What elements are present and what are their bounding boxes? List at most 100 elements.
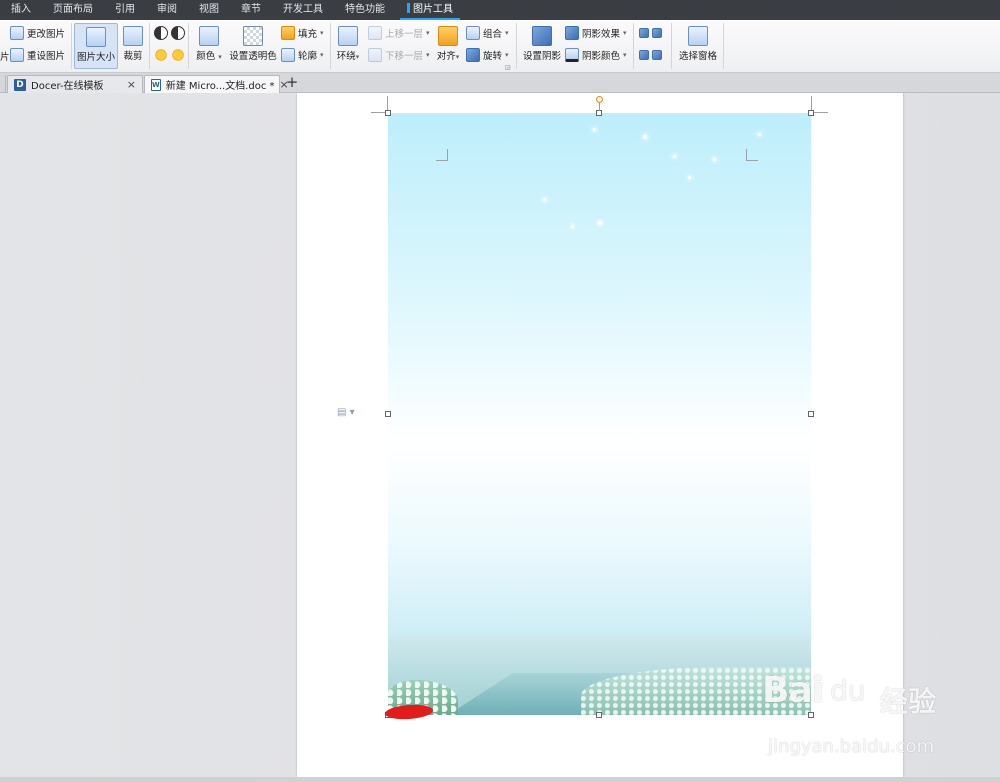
menu-tab-special[interactable]: 特色功能 — [334, 0, 396, 20]
nudge-shadow-left-icon[interactable] — [639, 50, 649, 60]
set-shadow-label: 设置阴影 — [522, 51, 561, 62]
shadow-color-label: 阴影颜色 — [582, 51, 621, 62]
rotate-handle[interactable] — [596, 96, 603, 103]
align-button[interactable]: 对齐▾ — [434, 23, 462, 69]
status-bar — [0, 777, 1000, 782]
contrast-down-icon[interactable] — [171, 26, 185, 40]
sparkle — [571, 225, 574, 228]
sparkle — [688, 176, 691, 179]
shadow-icon — [532, 26, 552, 46]
group-button[interactable]: 组合 ▾ — [466, 24, 509, 42]
bring-forward-button[interactable]: 上移一层 ▾ — [368, 24, 430, 42]
sparkle — [643, 135, 647, 139]
sparkle — [758, 133, 761, 136]
close-icon[interactable]: × — [127, 78, 136, 91]
docer-logo-icon: D — [14, 78, 26, 91]
contrast-up-icon[interactable] — [154, 26, 168, 40]
brightness-down-icon[interactable] — [171, 48, 185, 62]
shadow-color-button[interactable]: 阴影颜色 ▾ — [565, 46, 627, 64]
watermark-cn: 经验 — [880, 685, 937, 718]
shadow-nudge-side-buttons[interactable] — [639, 46, 662, 64]
nudge-shadow-right-icon[interactable] — [652, 50, 662, 60]
bring-forward-icon — [368, 26, 382, 40]
group-label: 组合 — [483, 29, 503, 40]
color-label: 颜色 — [196, 51, 216, 62]
watermark-logo: Bai — [762, 670, 824, 711]
chevron-down-icon: ▾ — [623, 29, 627, 37]
chevron-down-icon: ▾ — [320, 51, 324, 59]
sparkle — [593, 128, 596, 131]
outline-label: 轮廓 — [298, 51, 318, 62]
resize-handle-left[interactable] — [385, 411, 391, 417]
picture-size-label: 图片大小 — [76, 52, 115, 63]
ribbon-divider — [671, 23, 672, 69]
selected-picture[interactable] — [388, 113, 811, 715]
menu-tab-review[interactable]: 审阅 — [146, 0, 188, 20]
resize-handle-top-left[interactable] — [385, 110, 391, 116]
selection-pane-icon — [688, 26, 708, 46]
menu-tab-developer[interactable]: 开发工具 — [272, 0, 334, 20]
menu-tab-insert[interactable]: 插入 — [0, 0, 42, 20]
shadow-effect-icon — [565, 26, 579, 40]
doc-tab-new-document[interactable]: W 新建 Micro...文档.doc * × — [144, 75, 289, 93]
reset-picture-button[interactable]: 重设图片 — [10, 46, 65, 64]
shadow-effect-label: 阴影效果 — [582, 29, 621, 40]
watermark-logo-tail: du — [830, 674, 866, 707]
wrap-button[interactable]: 环绕▾ — [335, 23, 361, 69]
resize-handle-bottom[interactable] — [596, 712, 602, 718]
doc-tab-docer[interactable]: D Docer-在线模板 × — [7, 75, 143, 93]
change-picture-button[interactable]: 更改图片 — [10, 24, 65, 42]
nudge-shadow-up-icon[interactable] — [639, 28, 649, 38]
tab-scroll-stub — [0, 75, 6, 93]
selection-pane-button[interactable]: 选择窗格 — [676, 23, 720, 69]
crop-icon — [123, 26, 143, 46]
shadow-color-icon — [565, 48, 579, 62]
brightness-buttons[interactable] — [154, 46, 185, 64]
set-transparent-label: 设置透明色 — [229, 51, 277, 62]
reset-picture-icon — [10, 48, 24, 62]
menu-tab-section[interactable]: 章节 — [230, 0, 272, 20]
margin-corner-mark — [436, 149, 448, 161]
menu-tab-view[interactable]: 视图 — [188, 0, 230, 20]
chevron-down-icon: ▾ — [320, 29, 324, 37]
menu-tab-picture-tools[interactable]: 图片工具 — [396, 0, 464, 20]
outline-button[interactable]: 轮廓 ▾ — [281, 46, 324, 64]
align-icon — [438, 26, 458, 46]
watermark-url: jingyan.baidu.com — [768, 736, 935, 757]
layout-options-icon[interactable]: ▤ ▾ — [337, 407, 355, 419]
dialog-launcher-icon[interactable]: ◲ — [505, 64, 511, 71]
shadow-effect-button[interactable]: 阴影效果 ▾ — [565, 24, 627, 42]
new-tab-button[interactable]: + — [284, 75, 300, 91]
nudge-shadow-down-icon[interactable] — [652, 28, 662, 38]
ribbon-divider — [149, 23, 150, 69]
chevron-down-icon: ▾ — [218, 53, 222, 61]
transparent-color-icon — [243, 26, 263, 46]
fill-label: 填充 — [298, 29, 318, 40]
picture-size-button[interactable]: 图片大小 — [74, 23, 118, 69]
menu-tab-page-layout[interactable]: 页面布局 — [42, 0, 104, 20]
chevron-down-icon: ▾ — [505, 29, 509, 37]
menu-tab-references[interactable]: 引用 — [104, 0, 146, 20]
fill-button[interactable]: 填充 ▾ — [281, 24, 324, 42]
send-backward-button[interactable]: 下移一层 ▾ — [368, 46, 430, 64]
rotate-icon — [466, 48, 480, 62]
resize-handle-top-right[interactable] — [808, 110, 814, 116]
brightness-up-icon[interactable] — [154, 48, 168, 62]
chevron-down-icon: ▾ — [355, 53, 360, 61]
margin-corner-mark — [746, 149, 758, 161]
ribbon-cut-label: 片 — [0, 47, 10, 65]
sparkle — [598, 221, 602, 225]
shadow-nudge-up-buttons[interactable] — [639, 24, 662, 42]
color-button[interactable]: 颜色 ▾ — [193, 23, 225, 69]
crop-button[interactable]: 裁剪 — [120, 23, 146, 69]
ribbon-divider — [633, 23, 634, 69]
set-transparent-color-button[interactable]: 设置透明色 — [229, 23, 277, 69]
resize-handle-right[interactable] — [808, 411, 814, 417]
rotate-button[interactable]: 旋转 ▾ — [466, 46, 509, 64]
menu-bar: 插入 页面布局 引用 审阅 视图 章节 开发工具 特色功能 图片工具 — [0, 0, 1000, 20]
selection-pane-label: 选择窗格 — [678, 51, 717, 62]
contrast-buttons[interactable] — [154, 24, 185, 42]
chevron-down-icon: ▾ — [455, 53, 460, 61]
set-shadow-button[interactable]: 设置阴影 — [521, 23, 563, 69]
chevron-down-icon: ▾ — [426, 51, 430, 59]
